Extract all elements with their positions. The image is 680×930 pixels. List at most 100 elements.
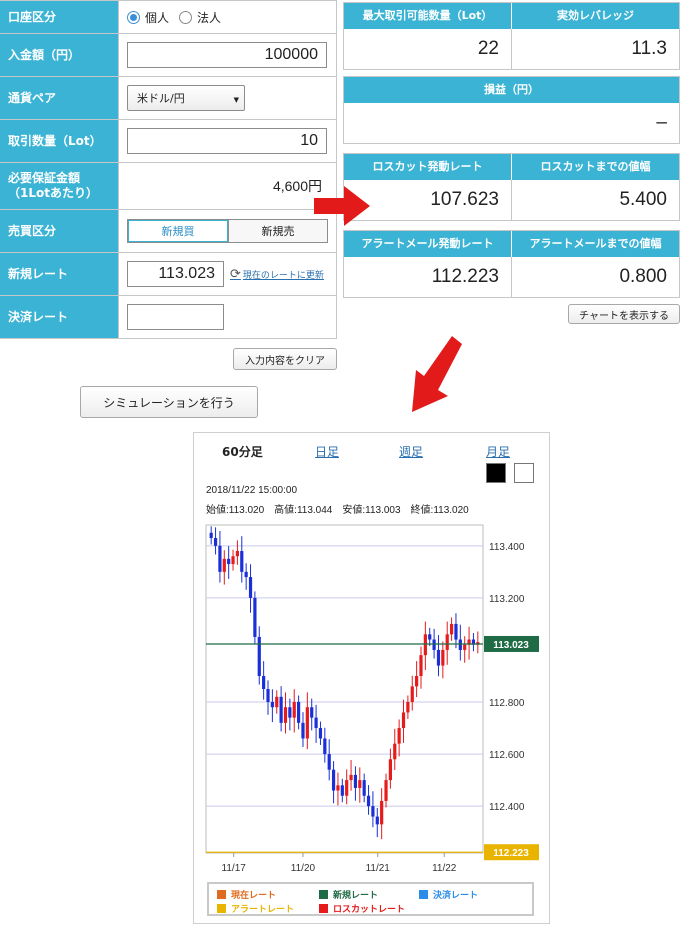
candle-body [349,774,353,781]
entry-rate-input[interactable]: 113.023 [127,261,224,287]
show-chart-button[interactable]: チャートを表示する [568,304,680,324]
settle-rate-input[interactable] [127,304,224,330]
chart-datetime: 2018/11/22 15:00:00 [206,485,298,496]
candle-body [406,702,410,713]
candle-body [362,780,366,796]
leverage-header: 実効レバレッジ [511,3,679,29]
refresh-rate-link[interactable]: ⟳ 現在のレートに更新 [230,267,324,282]
x-tick-label: 11/20 [291,863,316,874]
clear-input-button[interactable]: 入力内容をクリア [233,348,337,370]
legend-item-entry-rate: 新規レート [319,888,378,901]
x-tick-label: 11/22 [432,863,457,874]
candle-body [227,558,231,565]
simulate-button[interactable]: シミュレーションを行う [80,386,258,418]
candle-body [301,722,305,739]
tab-daily[interactable]: 日足 [315,443,339,460]
currency-pair-label: 通貨ペア [0,77,119,119]
settle-rate-label: 決済レート [0,296,119,338]
margin-value: 4,600円 [119,163,337,209]
entry-rate-label: 新規レート [0,253,119,295]
radio-individual-indicator[interactable] [127,10,140,24]
radio-individual[interactable]: 個人 [127,9,169,26]
y-tick-label: 113.200 [489,594,525,605]
down-left-arrow-icon [412,336,462,412]
losscut-width-value: 5.400 [511,180,679,220]
candle-body [428,634,432,640]
losscut-rate-header: ロスカット発動レート [344,154,511,180]
candle-body [235,551,240,557]
legend-swatch-losscut [319,904,328,913]
legend-item-settle-rate: 決済レート [419,888,478,901]
dropdown-arrow-icon: ▼ [233,96,239,104]
lot-label: 取引数量（Lot） [0,120,119,162]
marker-label: 113.023 [493,640,529,651]
simulation-form: 口座区分 個人 法人 入金額（円） 100000 通貨ペア 米ドル/円 ▼ 取引… [0,0,337,339]
deposit-row: 入金額（円） 100000 [0,34,337,77]
candle-body [314,717,318,729]
chart-ohlc: 始値:113.020 高値:113.044 安値:113.003 終値:113.… [206,505,469,516]
legend-item-current-rate: 現在レート [217,888,276,901]
marker-label: 112.223 [493,848,529,859]
side-row: 売買区分 新規買 新規売 [0,210,337,253]
right-arrow-icon [314,186,370,226]
light-theme-swatch[interactable] [514,463,534,483]
candle-body [218,545,222,572]
new-buy-button[interactable]: 新規買 [128,220,228,242]
deposit-input[interactable]: 100000 [127,42,327,68]
candle-body [318,728,323,739]
candle-body [231,556,235,565]
legend-swatch-entry [319,890,328,899]
x-tick-label: 11/17 [222,863,247,874]
candle-body [266,689,270,703]
radio-corporate[interactable]: 法人 [179,9,221,26]
candle-body [454,623,458,640]
dark-theme-swatch[interactable] [486,463,506,483]
losscut-table: ロスカット発動レート ロスカットまでの値幅 107.623 5.400 [343,153,680,221]
candle-body [345,780,349,796]
legend-swatch-alert [217,904,226,913]
settle-rate-row: 決済レート [0,296,337,339]
chart-legend: 現在レート 新規レート 決済レート アラートレート ロスカットレート [207,882,534,916]
candle-body [380,800,384,825]
margin-label: 必要保証金額 （1Lotあたり） [0,163,119,209]
radio-corporate-indicator[interactable] [179,10,193,24]
losscut-width-header: ロスカットまでの値幅 [511,154,679,180]
candle-body [209,532,213,539]
candle-body [449,623,454,635]
lot-input[interactable]: 10 [127,128,327,154]
tab-monthly[interactable]: 月足 [486,443,510,460]
y-tick-label: 113.400 [489,542,525,553]
candle-body [388,759,392,781]
candle-body [463,644,467,650]
y-tick-label: 112.400 [489,802,525,813]
new-sell-button[interactable]: 新規売 [228,220,327,242]
y-tick-label: 112.600 [489,750,525,761]
entry-rate-row: 新規レート 113.023 ⟳ 現在のレートに更新 [0,253,337,296]
candle-body [240,551,244,572]
pnl-value: – [656,112,667,133]
candle-body [323,738,327,755]
candlestick-plot: 113.400 113.200 112.800 112.600 112.400 11/17… [205,524,539,874]
candle-body [305,707,309,739]
candle-body [327,754,331,770]
currency-pair-select[interactable]: 米ドル/円 ▼ [127,85,245,111]
candle-body [375,816,379,825]
candle-body [257,636,261,676]
refresh-icon: ⟳ [230,266,241,282]
lot-leverage-table: 最大取引可能数量（Lot） 実効レバレッジ 22 11.3 [343,2,680,70]
alert-width-value: 0.800 [511,257,679,297]
candle-body [275,696,279,708]
candle-body [397,728,401,744]
candle-body [358,780,362,788]
leverage-value: 11.3 [511,29,679,69]
y-tick-label: 112.800 [489,698,525,709]
alert-rate-header: アラートメール発動レート [344,231,511,257]
candle-body [213,538,218,546]
candle-body [331,769,336,791]
tab-60min[interactable]: 60分足 [222,443,263,460]
candle-body [292,702,296,718]
candle-body [371,806,375,817]
tab-weekly[interactable]: 週足 [399,443,423,460]
alert-width-header: アラートメールまでの値幅 [511,231,679,257]
candle-body [419,655,423,676]
